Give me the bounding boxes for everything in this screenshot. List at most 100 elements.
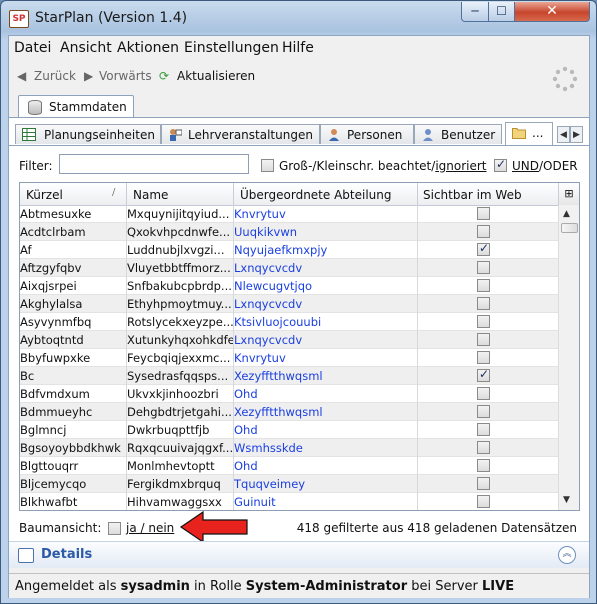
cell-abteilung-link[interactable]: Uuqkikvwn: [234, 225, 414, 239]
details-bar[interactable]: Details ︽: [9, 541, 589, 568]
tab-benutzer[interactable]: Benutzer: [414, 124, 502, 144]
table-row[interactable]: Asyvynmfbq Rotslycekxeyzpe... Ktsivluojcou…: [20, 313, 558, 331]
table-row[interactable]: Bdfvmdxum Ukvxkjinhoozbri Ohd: [20, 385, 558, 403]
cell-name: Dwkrbuqpttfjb: [127, 423, 210, 437]
visible-web-checkbox[interactable]: [477, 423, 490, 436]
cell-abteilung-link[interactable]: Lxnqycvcdv: [234, 297, 414, 311]
table-row[interactable]: Bgsoyoybbdkhwk Rqxqcuuivajqgxf... Wsmhsskd…: [20, 439, 558, 457]
cell-name: Ukvxkjinhoozbri: [127, 387, 219, 401]
and-or-checkbox[interactable]: [494, 157, 507, 172]
menu-datei[interactable]: Datei: [14, 40, 51, 56]
cell-abteilung-link[interactable]: Guinuit: [234, 495, 414, 509]
visible-web-checkbox[interactable]: [477, 367, 490, 382]
cell-kuerzel: Bgsoyoybbdkhwk: [20, 441, 121, 455]
visible-web-checkbox[interactable]: [477, 297, 490, 310]
menu-hilfe[interactable]: Hilfe: [282, 40, 314, 56]
cell-abteilung-link[interactable]: Xezyfftthwqsml: [234, 369, 414, 383]
table-row[interactable]: Bbyfuwpxke Feycbqiqjexxmc... Knvrytuv: [20, 349, 558, 367]
cell-abteilung-link[interactable]: Ohd: [234, 423, 414, 437]
cell-abteilung-link[interactable]: Ktsivluojcouubi: [234, 315, 414, 329]
tab-benutzer-label: Benutzer: [441, 128, 496, 142]
minimize-button[interactable]: ─: [461, 2, 489, 22]
menu-einstellungen[interactable]: Einstellungen: [184, 40, 279, 56]
cell-abteilung-link[interactable]: Knvrytuv: [234, 351, 414, 365]
menu-ansicht[interactable]: Ansicht: [60, 40, 112, 56]
table-row[interactable]: Aftzgyfqbv Vluyetbbtffmorz... Lxnqycvcdv: [20, 259, 558, 277]
table-row[interactable]: Aixqjsrpei Snfbakubcpbrdp... Nlewcugvtjqo: [20, 277, 558, 295]
maximize-button[interactable]: ☐: [488, 2, 515, 22]
table-row[interactable]: Af Luddnubjlxvgzi... Nqyujaefkmxpjy: [20, 241, 558, 259]
table-row[interactable]: Bglmncj Dwkrbuqpttfjb Ohd: [20, 421, 558, 439]
title-bar[interactable]: SP StarPlan (Version 1.4) ─ ☐ ✕: [1, 1, 596, 35]
cell-abteilung-link[interactable]: Tquqveimey: [234, 477, 414, 491]
cell-abteilung-link[interactable]: Xezyfftthwqsml: [234, 405, 414, 419]
scroll-down-icon[interactable]: ▼: [563, 495, 570, 505]
cell-name: Qxokvhpcdnwfe...: [127, 225, 231, 239]
tab-personen[interactable]: Personen: [320, 124, 414, 144]
forward-icon: ▶: [84, 69, 94, 83]
scroll-up-icon[interactable]: ▲: [563, 209, 570, 219]
tab-scroll-right-icon[interactable]: ▶: [570, 126, 583, 143]
case-sensitive-checkbox[interactable]: [261, 159, 274, 172]
table-row[interactable]: Acdtclrbam Qxokvhpcdnwfe... Uuqkikvwn: [20, 223, 558, 241]
visible-web-checkbox[interactable]: [477, 351, 490, 364]
close-button[interactable]: ✕: [514, 2, 590, 22]
visible-web-checkbox[interactable]: [477, 279, 490, 292]
table-row[interactable]: Aybtoqtntd Xutunkyhqxohkdfe Lxnqycvcdv: [20, 331, 558, 349]
cell-abteilung-link[interactable]: Knvrytuv: [234, 207, 414, 221]
cell-abteilung-link[interactable]: Lxnqycvcdv: [234, 333, 414, 347]
tab-stammdaten-label: Stammdaten: [49, 100, 127, 114]
cell-abteilung-link[interactable]: Lxnqycvcdv: [234, 261, 414, 275]
visible-web-checkbox[interactable]: [477, 225, 490, 238]
visible-web-checkbox[interactable]: [477, 387, 490, 400]
tab-scroll-left-icon[interactable]: ◀: [557, 126, 570, 143]
cell-abteilung-link[interactable]: Ohd: [234, 387, 414, 401]
table-row[interactable]: Abtmesuxke Mxquynijitqyiud... Knvrytuv: [20, 205, 558, 223]
cell-abteilung-link[interactable]: Nlewcugvtjqo: [234, 279, 414, 293]
column-abteilung[interactable]: Übergeordnete Abteilung: [240, 188, 392, 202]
table-row[interactable]: Bc Sysedrasfqqsps... Xezyfftthwqsml: [20, 367, 558, 385]
cell-kuerzel: Blkhwafbt: [20, 495, 78, 509]
expand-details-icon[interactable]: ︽: [558, 546, 576, 564]
visible-web-checkbox[interactable]: [477, 315, 490, 328]
column-sichtbar[interactable]: Sichtbar im Web: [423, 188, 522, 202]
tab-lehrveranstaltungen[interactable]: Lehrveranstaltungen: [161, 124, 320, 144]
tree-view-checkbox[interactable]: [108, 522, 121, 535]
visible-web-checkbox[interactable]: [477, 459, 490, 472]
column-kuerzel[interactable]: Kürzel: [26, 188, 63, 202]
filter-input[interactable]: [59, 154, 249, 174]
refresh-button[interactable]: Aktualisieren: [177, 69, 255, 83]
visible-web-checkbox[interactable]: [477, 333, 490, 346]
table-row[interactable]: Blkhwafbt Hihvamwaggsxx Guinuit: [20, 493, 558, 510]
tab-planungseinheiten[interactable]: Planungseinheiten: [15, 124, 161, 144]
table-row[interactable]: Blgttouqrr Monlmhevtoptt Ohd: [20, 457, 558, 475]
tab-stammdaten[interactable]: Stammdaten: [18, 95, 134, 118]
visible-web-checkbox[interactable]: [477, 261, 490, 274]
cell-name: Feycbqiqjexxmc...: [127, 351, 231, 365]
cell-abteilung-link[interactable]: Wsmhsskde: [234, 441, 414, 455]
visible-web-checkbox[interactable]: [477, 241, 490, 256]
visible-web-checkbox[interactable]: [477, 477, 490, 490]
visible-web-checkbox[interactable]: [477, 495, 490, 508]
table-row[interactable]: Bljcemycqo Fergikdmxbrquq Tquqveimey: [20, 475, 558, 493]
scrollbar-thumb[interactable]: [561, 223, 578, 233]
visible-web-checkbox[interactable]: [477, 441, 490, 454]
cell-kuerzel: Asyvynmfbq: [20, 315, 92, 329]
tab-more[interactable]: ...: [505, 122, 553, 145]
forward-button[interactable]: Vorwärts: [99, 69, 152, 83]
column-chooser-icon[interactable]: ⊞: [558, 183, 579, 205]
visible-web-checkbox[interactable]: [477, 405, 490, 418]
cell-kuerzel: Akghylalsa: [20, 297, 83, 311]
tree-view-toggle-link[interactable]: ja / nein: [126, 521, 174, 535]
table-row[interactable]: Bdmmueyhc Dehgbdtrjetgahi... Xezyfftthwqsm…: [20, 403, 558, 421]
cell-abteilung-link[interactable]: Nqyujaefkmxpjy: [234, 243, 414, 257]
menu-aktionen[interactable]: Aktionen: [117, 40, 179, 56]
back-button[interactable]: Zurück: [34, 69, 76, 83]
cell-abteilung-link[interactable]: Ohd: [234, 459, 414, 473]
details-icon: [18, 548, 34, 563]
visible-web-checkbox[interactable]: [477, 207, 490, 220]
cell-name: Fergikdmxbrquq: [127, 477, 221, 491]
column-name[interactable]: Name: [133, 188, 168, 202]
vertical-scrollbar[interactable]: ▲ ▼: [558, 205, 579, 510]
table-row[interactable]: Akghylalsa Ethyhpmoytmuy... Lxnqycvcdv: [20, 295, 558, 313]
